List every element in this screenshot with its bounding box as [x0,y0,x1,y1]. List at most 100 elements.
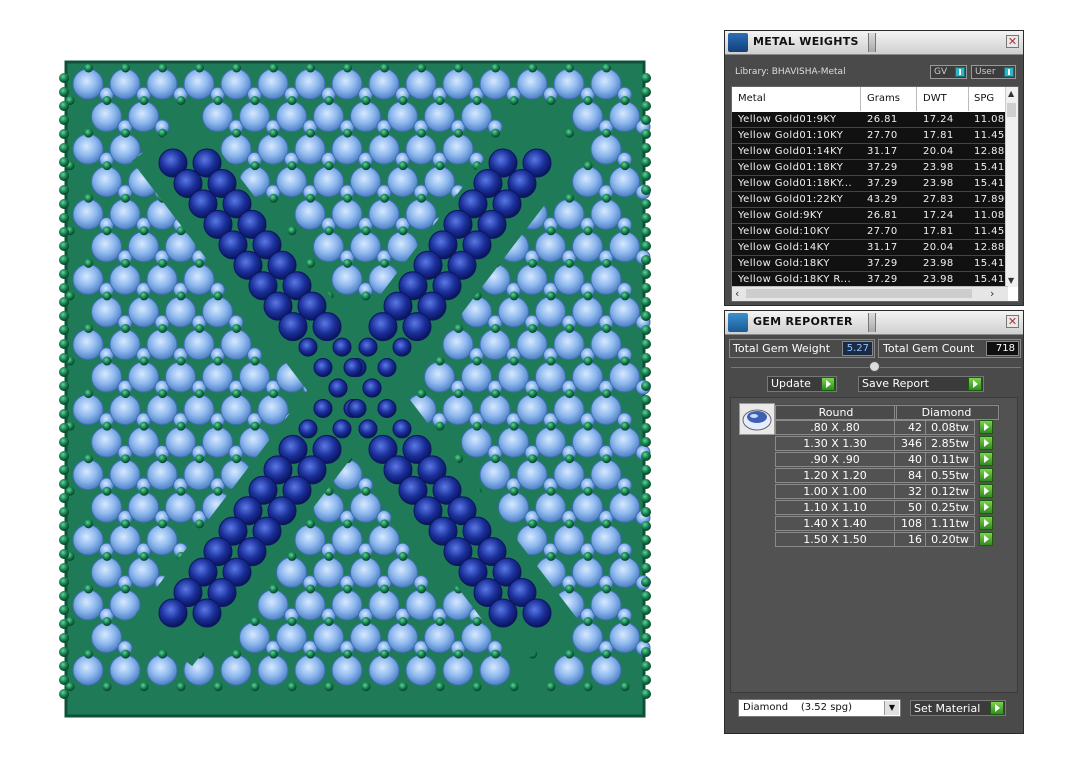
round-gem-thumbnail[interactable] [739,403,775,435]
save-report-go-icon[interactable] [968,377,982,391]
scroll-down-icon[interactable]: ▼ [1008,276,1014,285]
metal-bead [139,421,149,431]
metal-bead [454,323,463,333]
gem-reporter-titlebar[interactable]: GEM REPORTER ✕ [725,311,1023,335]
diamond-stone [442,68,474,100]
diamond-stone [405,68,437,100]
sapphire-stone [312,312,342,342]
table-row[interactable]: Yellow Gold01:14KY 31.17 20.04 12.88 [732,144,1008,160]
gem-row[interactable]: .80 X .80 42 0.08tw [775,419,1000,435]
user-toggle[interactable]: User [971,65,1016,79]
set-material-go-icon[interactable] [990,701,1004,715]
gem-row-go-icon[interactable] [979,468,993,482]
sapphire-stone [358,337,378,357]
table-cell: Yellow Gold01:18KY... [738,178,852,189]
metal-bead [620,421,630,431]
close-icon[interactable]: ✕ [1006,35,1019,48]
metal-bead [176,96,186,106]
gem-row[interactable]: 1.40 X 1.40 108 1.11tw [775,515,1000,531]
metal-bead [84,63,93,73]
vertical-scrollbar[interactable]: ▲ ▼ [1005,87,1018,287]
diamond-stone [350,166,381,198]
table-row[interactable]: Yellow Gold:9KY 26.81 17.24 11.08 [732,208,1008,224]
collapse-handle-icon[interactable] [869,361,880,372]
model-viewport[interactable] [50,58,660,720]
metal-bead [102,682,112,692]
diamond-stone [257,394,289,426]
edge-bead [641,591,651,601]
col-dwt[interactable]: DWT [923,93,947,104]
col-metal[interactable]: Metal [738,93,766,104]
edge-bead [641,339,651,349]
gem-row-go-icon[interactable] [979,436,993,450]
horizontal-scrollbar[interactable]: ‹ › [732,286,1008,301]
edge-bead [59,367,69,377]
scroll-up-icon[interactable]: ▲ [1008,89,1014,98]
diamond-stone [91,622,122,654]
gem-row[interactable]: 1.10 X 1.10 50 0.25tw [775,499,1000,515]
table-row[interactable]: Yellow Gold01:22KY 43.29 27.83 17.89 [732,192,1008,208]
diamond-stone [313,231,344,263]
metal-bead [139,682,149,692]
edge-bead [59,437,69,447]
table-cell: 27.70 [867,130,898,141]
col-spg[interactable]: SPG [974,93,994,104]
metal-bead [306,193,315,203]
diamond-stone [165,361,196,393]
scroll-left-icon[interactable]: ‹ [735,287,739,300]
table-row[interactable]: Yellow Gold:18KY 37.29 23.98 15.41 [732,256,1008,272]
metal-bead [620,96,630,106]
diamond-stone [313,101,344,133]
gem-row[interactable]: .90 X .90 40 0.11tw [775,451,1000,467]
table-row[interactable]: Yellow Gold01:18KY... 37.29 23.98 15.41 [732,176,1008,192]
diamond-stone [294,589,326,621]
diamond-stone [609,556,640,588]
gem-row-go-icon[interactable] [979,484,993,498]
metal-bead [509,682,519,692]
gem-row-go-icon[interactable] [979,516,993,530]
metal-bead [102,161,112,171]
diamond-stone [553,198,585,230]
gem-row-go-icon[interactable] [979,452,993,466]
table-row[interactable]: Yellow Gold01:9KY 26.81 17.24 11.08 [732,112,1008,128]
table-row[interactable]: Yellow Gold:10KY 27.70 17.81 11.45 [732,224,1008,240]
edge-bead [641,465,651,475]
edge-bead [59,493,69,503]
metal-weights-titlebar[interactable]: METAL WEIGHTS ✕ [725,31,1023,55]
gem-row-go-icon[interactable] [979,420,993,434]
gem-row[interactable]: 1.50 X 1.50 16 0.20tw [775,531,1000,547]
gem-row-go-icon[interactable] [979,500,993,514]
diamond-stone [535,426,566,458]
diamond-stone [183,328,215,360]
gem-row[interactable]: 1.20 X 1.20 84 0.55tw [775,467,1000,483]
col-grams[interactable]: Grams [867,93,900,104]
edge-bead [59,549,69,559]
material-select[interactable]: Diamond (3.52 spg) ▼ [738,699,901,717]
chevron-down-icon[interactable]: ▼ [884,701,899,715]
metal-bead [565,63,574,73]
gv-toggle[interactable]: GV [930,65,967,79]
diamond-stone [572,622,603,654]
diamond-stone [442,133,474,165]
gem-row-go-icon[interactable] [979,532,993,546]
metal-weights-table[interactable]: Metal Grams DWT SPG Yellow Gold01:9KY 26.… [731,86,1019,302]
edge-bead [59,73,69,83]
metal-bead [84,389,93,399]
diamond-stone [72,394,104,426]
scroll-thumb[interactable] [746,289,972,298]
edge-bead [641,115,651,125]
edge-bead [59,661,69,671]
table-row[interactable]: Yellow Gold01:18KY 37.29 23.98 15.41 [732,160,1008,176]
table-row[interactable]: Yellow Gold01:10KY 27.70 17.81 11.45 [732,128,1008,144]
scroll-thumb[interactable] [1007,103,1016,117]
gem-row[interactable]: 1.30 X 1.30 346 2.85tw [775,435,1000,451]
update-go-icon[interactable] [821,377,835,391]
close-icon[interactable]: ✕ [1006,315,1019,328]
table-row[interactable]: Yellow Gold:14KY 31.17 20.04 12.88 [732,240,1008,256]
scroll-right-icon[interactable]: › [990,287,994,300]
metal-bead [565,389,574,399]
diamond-stone [239,622,270,654]
metal-bead [84,128,93,138]
table-cell: 37.29 [867,274,898,285]
gem-row[interactable]: 1.00 X 1.00 32 0.12tw [775,483,1000,499]
